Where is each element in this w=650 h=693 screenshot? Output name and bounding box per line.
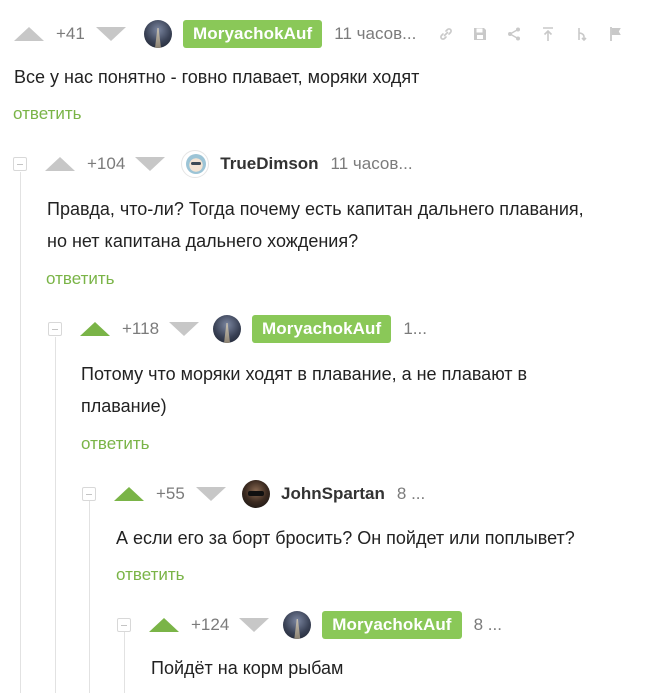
arrow-up-icon[interactable] (536, 25, 560, 43)
upvote-arrow-icon[interactable] (114, 487, 144, 501)
author-badge[interactable]: MoryachokAuf (183, 20, 323, 48)
comment-text: А если его за борт бросить? Он пойдет ил… (116, 528, 575, 548)
collapse-toggle-icon[interactable] (13, 157, 27, 171)
save-icon[interactable] (468, 25, 492, 43)
author-badge[interactable]: MoryachokAuf (322, 611, 462, 639)
comment-rating: +104 (87, 154, 126, 173)
flag-icon[interactable] (604, 25, 628, 43)
downvote-arrow-icon[interactable] (135, 157, 166, 171)
comment-toolbar (434, 25, 638, 43)
upvote-arrow-icon[interactable] (45, 157, 75, 171)
reply-link[interactable]: ответить (46, 269, 115, 289)
comment-header: +55 JohnSpartan 8 ... (82, 477, 425, 511)
comment-time[interactable]: 1... (403, 319, 427, 339)
collapse-toggle-icon[interactable] (48, 322, 62, 336)
link-icon[interactable] (434, 25, 458, 43)
avatar[interactable] (144, 20, 172, 48)
downvote-arrow-icon[interactable] (239, 618, 270, 632)
comment-time[interactable]: 8 ... (397, 484, 425, 504)
comment-header: +124 MoryachokAuf 8 ... (117, 608, 502, 642)
downvote-arrow-icon[interactable] (96, 27, 126, 41)
reply-link[interactable]: ответить (116, 565, 185, 585)
comment-time[interactable]: 8 ... (474, 615, 502, 635)
downvote-arrow-icon[interactable] (169, 322, 200, 336)
avatar[interactable] (283, 611, 312, 639)
comment-header: +104 TrueDimson 11 часов... (13, 147, 413, 181)
author-name[interactable]: JohnSpartan (281, 484, 385, 504)
comment-rating: +118 (122, 319, 160, 338)
thread-line[interactable] (20, 172, 21, 693)
avatar[interactable] (181, 150, 210, 178)
collapse-toggle-icon[interactable] (117, 618, 131, 632)
upvote-arrow-icon[interactable] (80, 322, 110, 336)
comment-header: +41 MoryachokAuf 11 часов... (14, 17, 638, 51)
author-name[interactable]: TrueDimson (220, 154, 318, 174)
thread-line[interactable] (55, 337, 56, 693)
comment-text: Пойдёт на корм рыбам (151, 658, 344, 678)
comment-header: +118 MoryachokAuf 1... (48, 312, 427, 346)
thread-line[interactable] (89, 500, 90, 693)
avatar[interactable] (213, 315, 242, 343)
upvote-arrow-icon[interactable] (14, 27, 44, 41)
comment-time[interactable]: 11 часов... (331, 154, 413, 174)
comment-rating: +41 (56, 24, 85, 43)
upvote-arrow-icon[interactable] (149, 618, 179, 632)
comment-text: Правда, что-ли? Тогда почему есть капита… (47, 199, 584, 251)
author-badge[interactable]: MoryachokAuf (252, 315, 392, 343)
downvote-arrow-icon[interactable] (196, 487, 226, 501)
comment-rating: +124 (191, 615, 230, 634)
collapse-toggle-icon[interactable] (82, 487, 96, 501)
avatar[interactable] (242, 480, 270, 508)
reply-link[interactable]: ответить (81, 434, 150, 454)
share-icon[interactable] (502, 25, 526, 43)
reply-link[interactable]: ответить (13, 104, 82, 124)
comment-text: Потому что моряки ходят в плавание, а не… (81, 364, 528, 416)
branch-icon[interactable] (570, 25, 594, 43)
comment-rating: +55 (156, 484, 185, 503)
comment-time[interactable]: 11 часов... (334, 24, 416, 44)
comment-text: Все у нас понятно - говно плавает, моряк… (14, 67, 420, 87)
